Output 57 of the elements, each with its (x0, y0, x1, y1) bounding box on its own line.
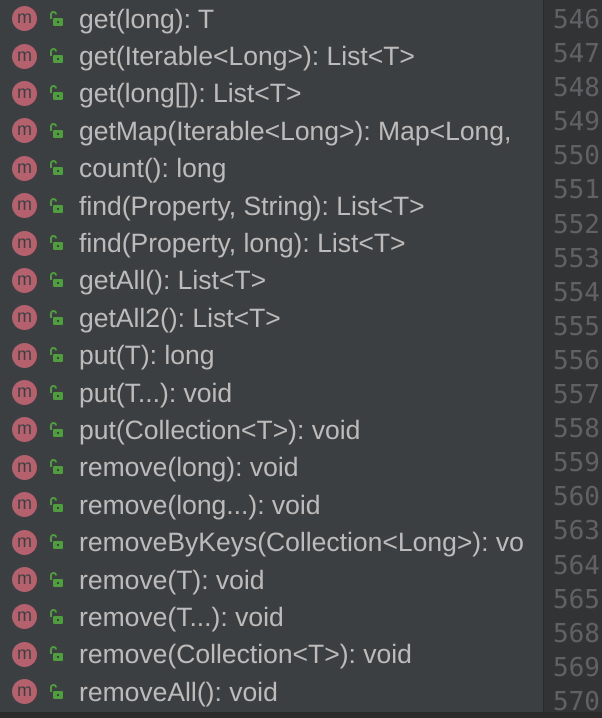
method-signature[interactable]: removeByKeys(Collection<Long>): vo (79, 526, 524, 558)
public-lock-icon (49, 235, 63, 252)
public-lock-icon (49, 122, 63, 139)
method-signature[interactable]: remove(T...): void (79, 600, 284, 633)
method-icon: m (12, 230, 37, 256)
public-lock-icon (49, 534, 63, 550)
method-signature[interactable]: getAll(): List<T> (79, 264, 266, 296)
method-signature[interactable]: count(): long (79, 152, 226, 184)
method-icon: m (12, 417, 37, 442)
method-icon: m (12, 80, 37, 106)
method-signature[interactable]: put(T...): void (79, 376, 232, 409)
public-lock-icon (49, 422, 63, 438)
method-icon: m (12, 604, 37, 630)
method-signature[interactable]: remove(T): void (79, 564, 265, 596)
method-icon: m (12, 679, 37, 704)
public-lock-icon (49, 384, 63, 401)
method-signature[interactable]: getMap(Iterable<Long>): Map<Long, (79, 114, 512, 147)
method-icon: m (12, 118, 37, 144)
method-signature[interactable]: get(long): T (79, 2, 214, 35)
public-lock-icon (49, 48, 63, 64)
public-lock-icon (49, 459, 63, 476)
method-icon: m (12, 342, 37, 368)
method-icon: m (12, 454, 37, 480)
method-icon: m (12, 305, 37, 330)
method-signature[interactable]: getAll2(): List<T> (79, 302, 281, 334)
method-icon: m (12, 44, 37, 69)
method-icon: m (12, 530, 37, 555)
method-icon: m (12, 380, 37, 406)
public-lock-icon (49, 85, 63, 102)
method-icon: m (12, 268, 37, 293)
method-signature[interactable]: put(Collection<T>): void (79, 414, 360, 446)
public-lock-icon (49, 160, 63, 176)
method-signature[interactable]: get(Iterable<Long>): List<T> (79, 40, 415, 72)
public-lock-icon (49, 572, 63, 588)
method-icon: m (12, 193, 37, 218)
public-lock-icon (49, 10, 63, 27)
method-signature[interactable]: find(Property, long): List<T> (79, 227, 406, 260)
public-lock-icon (49, 310, 63, 326)
public-lock-icon (49, 272, 63, 288)
public-lock-icon (49, 646, 63, 662)
method-icon: m (12, 567, 37, 592)
public-lock-icon (49, 608, 63, 625)
method-icon: m (12, 156, 37, 181)
method-signature[interactable]: get(long[]): List<T> (79, 77, 302, 110)
method-signature[interactable]: put(T): long (79, 339, 215, 372)
public-lock-icon (49, 198, 63, 214)
public-lock-icon (49, 347, 63, 364)
method-icon: m (12, 642, 37, 667)
public-lock-icon (49, 496, 63, 513)
method-signature[interactable]: remove(Collection<T>): void (79, 638, 412, 670)
method-signature[interactable]: remove(long...): void (79, 488, 321, 521)
public-lock-icon (49, 684, 63, 700)
method-icon: m (12, 6, 37, 32)
method-signature[interactable]: find(Property, String): List<T> (79, 190, 425, 222)
method-signature[interactable]: removeAll(): void (79, 676, 278, 708)
method-signature[interactable]: remove(long): void (79, 451, 298, 484)
method-icon: m (12, 492, 37, 518)
